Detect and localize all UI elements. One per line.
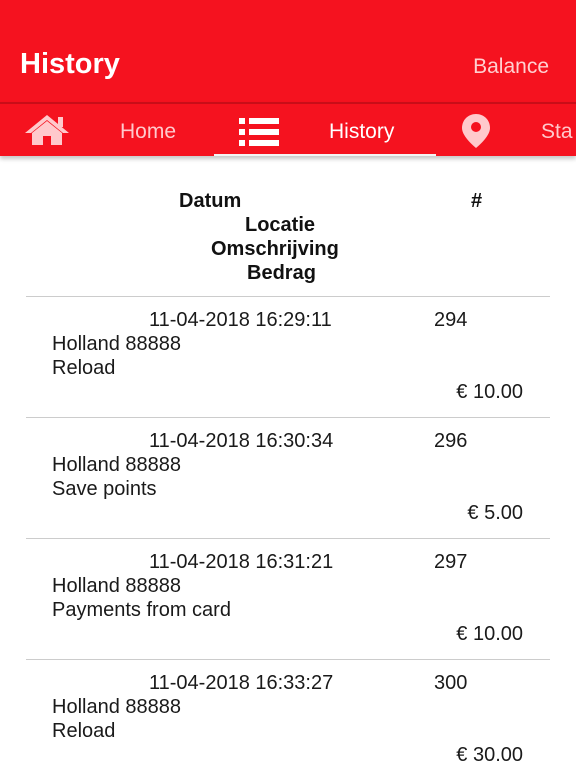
page-title: History: [20, 48, 120, 80]
row-location: Holland 88888: [52, 696, 181, 718]
header-number: #: [471, 190, 483, 212]
row-description: Reload: [52, 357, 116, 379]
table-row[interactable]: 11-04-2018 16:29:11 294 Holland 88888 Re…: [26, 297, 550, 418]
table-row[interactable]: 11-04-2018 16:31:21 297 Holland 88888 Pa…: [26, 539, 550, 660]
row-description: Payments from card: [52, 599, 231, 621]
list-icon[interactable]: [239, 118, 279, 146]
row-datetime: 11-04-2018 16:29:11: [149, 309, 332, 331]
tab-history[interactable]: History: [329, 120, 394, 144]
row-number: 300: [434, 672, 468, 694]
row-location: Holland 88888: [52, 454, 181, 476]
row-datetime: 11-04-2018 16:33:27: [149, 672, 334, 694]
app-bar: History Balance: [0, 0, 576, 102]
header-bedrag: Bedrag: [247, 262, 316, 284]
row-number: 296: [434, 430, 468, 452]
row-amount: € 10.00: [456, 623, 523, 645]
history-list[interactable]: Datum # Locatie Omschrijving Bedrag 11-0…: [0, 156, 576, 768]
row-amount: € 10.00: [456, 381, 523, 403]
table-row[interactable]: 11-04-2018 16:33:27 300 Holland 88888 Re…: [26, 660, 550, 768]
header-datum: Datum: [179, 190, 242, 212]
row-description: Reload: [52, 720, 116, 742]
header-omschrijving: Omschrijving: [211, 238, 339, 260]
header-locatie: Locatie: [245, 214, 316, 236]
tab-bar: Home History Sta: [0, 102, 576, 156]
location-pin-icon[interactable]: [462, 114, 490, 148]
row-amount: € 30.00: [456, 744, 523, 766]
row-datetime: 11-04-2018 16:30:34: [149, 430, 334, 452]
row-description: Save points: [52, 478, 157, 500]
table-row[interactable]: 11-04-2018 16:30:34 296 Holland 88888 Sa…: [26, 418, 550, 539]
row-location: Holland 88888: [52, 575, 181, 597]
row-number: 297: [434, 551, 468, 573]
tab-stations[interactable]: Sta: [541, 120, 573, 144]
row-amount: € 5.00: [467, 502, 523, 524]
table-header: Datum # Locatie Omschrijving Bedrag: [26, 186, 550, 297]
balance-button[interactable]: Balance: [473, 55, 549, 79]
row-location: Holland 88888: [52, 333, 181, 355]
tab-home[interactable]: Home: [120, 120, 176, 144]
home-icon[interactable]: [24, 114, 70, 146]
row-datetime: 11-04-2018 16:31:21: [149, 551, 334, 573]
row-number: 294: [434, 309, 468, 331]
